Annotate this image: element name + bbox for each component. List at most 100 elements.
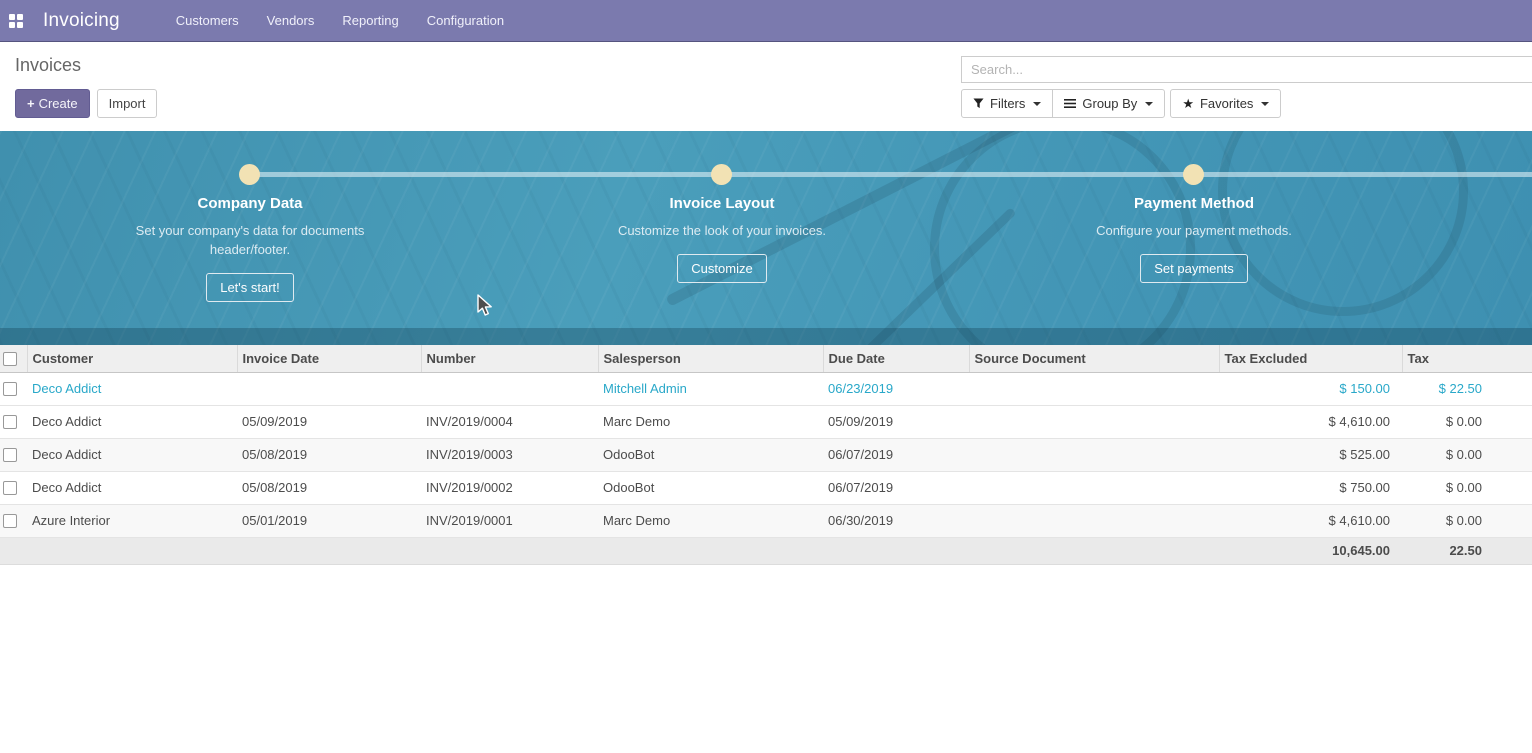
total-tax-excluded: 10,645.00 [1219,537,1402,564]
step-dot-invoice-layout [711,164,732,185]
customize-button[interactable]: Customize [677,254,766,283]
column-header-tax[interactable]: Tax [1402,345,1532,372]
column-header-source-document[interactable]: Source Document [969,345,1219,372]
cell-number: INV/2019/0004 [421,405,598,438]
chevron-down-icon [1261,102,1269,106]
table-totals-row: 10,645.00 22.50 [0,537,1532,564]
column-header-invoice-date[interactable]: Invoice Date [237,345,421,372]
cell-due-date: 06/30/2019 [823,504,969,537]
cell-customer: Deco Addict [27,405,237,438]
favorites-button[interactable]: ★ Favorites [1170,89,1281,118]
control-panel: Invoices +Create Import Filters Group By… [0,42,1532,131]
onboarding-step-payment-method: Payment Method Configure your payment me… [1034,195,1354,283]
onboarding-progress-line [250,172,1532,177]
search-input[interactable] [961,56,1532,83]
cell-tax-excluded: $ 4,610.00 [1219,405,1402,438]
cell-due-date: 06/07/2019 [823,438,969,471]
cell-source-document [969,438,1219,471]
cell-salesperson: OdooBot [598,438,823,471]
column-header-salesperson[interactable]: Salesperson [598,345,823,372]
row-checkbox[interactable] [3,514,17,528]
cell-tax: $ 0.00 [1402,438,1532,471]
filter-funnel-icon [973,98,984,109]
cell-source-document [969,405,1219,438]
cell-invoice-date: 05/08/2019 [237,438,421,471]
column-header-customer[interactable]: Customer [27,345,237,372]
cell-number [421,372,598,405]
step-dot-company-data [239,164,260,185]
plus-icon: + [27,96,35,111]
cell-salesperson: Marc Demo [598,504,823,537]
table-row[interactable]: Azure Interior 05/01/2019 INV/2019/0001 … [0,504,1532,537]
step-title: Company Data [90,195,410,212]
step-description: Set your company's data for documents he… [135,221,365,259]
cell-customer: Deco Addict [27,471,237,504]
table-row[interactable]: Deco Addict Mitchell Admin 06/23/2019 $ … [0,372,1532,405]
table-row[interactable]: Deco Addict 05/09/2019 INV/2019/0004 Mar… [0,405,1532,438]
column-header-tax-excluded[interactable]: Tax Excluded [1219,345,1402,372]
total-tax: 22.50 [1402,537,1532,564]
step-description: Customize the look of your invoices. [607,221,837,240]
top-menu: Customers Vendors Reporting Configuratio… [162,0,518,41]
row-checkbox[interactable] [3,382,17,396]
create-button[interactable]: +Create [15,89,90,118]
action-buttons: +Create Import [15,89,157,118]
banner-bottom-strip [0,328,1532,345]
lets-start-button[interactable]: Let's start! [206,273,294,302]
cell-source-document [969,471,1219,504]
cell-tax: $ 22.50 [1402,372,1532,405]
cell-due-date: 06/07/2019 [823,471,969,504]
table-row[interactable]: Deco Addict 05/08/2019 INV/2019/0002 Odo… [0,471,1532,504]
column-header-number[interactable]: Number [421,345,598,372]
menu-item-customers[interactable]: Customers [162,0,253,41]
app-brand-invoicing[interactable]: Invoicing [43,10,120,32]
filters-button[interactable]: Filters [961,89,1053,118]
select-all-header-cell [0,345,27,372]
table-row[interactable]: Deco Addict 05/08/2019 INV/2019/0003 Odo… [0,438,1532,471]
page-title: Invoices [15,55,81,76]
cell-customer: Azure Interior [27,504,237,537]
cell-salesperson: Marc Demo [598,405,823,438]
step-title: Payment Method [1034,195,1354,212]
menu-item-configuration[interactable]: Configuration [413,0,518,41]
menu-item-reporting[interactable]: Reporting [328,0,412,41]
invoice-list-table: Customer Invoice Date Number Salesperson… [0,345,1532,565]
chevron-down-icon [1033,102,1041,106]
cell-due-date: 05/09/2019 [823,405,969,438]
cell-source-document [969,372,1219,405]
step-description: Configure your payment methods. [1079,221,1309,240]
cell-customer: Deco Addict [27,372,237,405]
onboarding-step-invoice-layout: Invoice Layout Customize the look of you… [562,195,882,283]
cell-customer: Deco Addict [27,438,237,471]
row-checkbox[interactable] [3,415,17,429]
cell-tax-excluded: $ 150.00 [1219,372,1402,405]
group-by-button[interactable]: Group By [1052,89,1165,118]
table-header-row: Customer Invoice Date Number Salesperson… [0,345,1532,372]
cell-tax-excluded: $ 4,610.00 [1219,504,1402,537]
star-icon: ★ [1182,95,1194,112]
set-payments-button[interactable]: Set payments [1140,254,1248,283]
cell-salesperson: OdooBot [598,471,823,504]
select-all-checkbox[interactable] [3,352,17,366]
cell-source-document [969,504,1219,537]
row-checkbox[interactable] [3,448,17,462]
import-button[interactable]: Import [97,89,158,118]
onboarding-step-company-data: Company Data Set your company's data for… [90,195,410,302]
cell-tax: $ 0.00 [1402,504,1532,537]
step-dot-payment-method [1183,164,1204,185]
cell-number: INV/2019/0003 [421,438,598,471]
cell-invoice-date: 05/09/2019 [237,405,421,438]
apps-grid-icon[interactable] [9,14,23,28]
cell-tax: $ 0.00 [1402,471,1532,504]
top-navbar: Invoicing Customers Vendors Reporting Co… [0,0,1532,42]
cell-number: INV/2019/0002 [421,471,598,504]
cell-invoice-date [237,372,421,405]
chevron-down-icon [1145,102,1153,106]
cell-salesperson: Mitchell Admin [598,372,823,405]
row-checkbox[interactable] [3,481,17,495]
cell-invoice-date: 05/08/2019 [237,471,421,504]
search-filter-bar: Filters Group By ★ Favorites [961,89,1280,118]
group-by-bars-icon [1064,98,1076,109]
menu-item-vendors[interactable]: Vendors [253,0,329,41]
column-header-due-date[interactable]: Due Date [823,345,969,372]
